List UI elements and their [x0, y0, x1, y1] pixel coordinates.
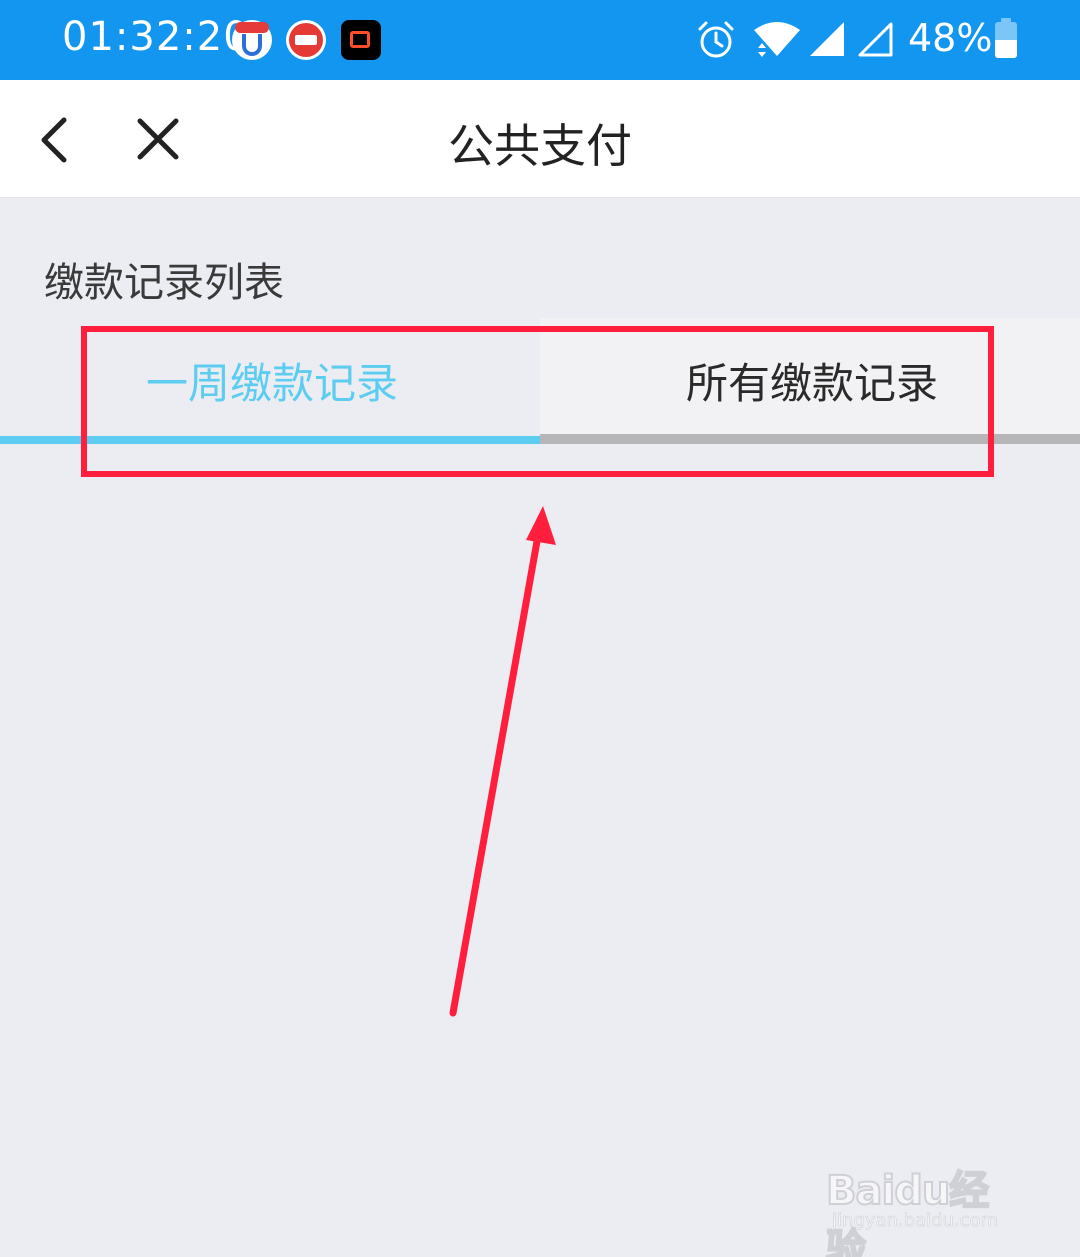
- video-app-icon: [341, 20, 381, 60]
- page-title: 公共支付: [448, 119, 632, 173]
- annotation-highlight-box: [81, 326, 994, 477]
- status-time: 01:32:20: [62, 14, 250, 60]
- nav-bar: 公共支付: [0, 80, 1080, 198]
- watermark-url: jingyan.baidu.com: [832, 1210, 999, 1232]
- baidu-watermark: Baidu经验 jingyan.baidu.com: [825, 1140, 1026, 1257]
- wifi-icon: [754, 22, 800, 57]
- signal-icon: [810, 22, 844, 56]
- alarm-icon: [698, 21, 734, 58]
- battery-percent: 48%: [908, 16, 993, 60]
- status-bar: 01:32:20 48%: [0, 0, 1080, 80]
- section-title: 缴款记录列表: [44, 260, 284, 306]
- app-icon-1: [232, 20, 272, 60]
- signal-empty-icon: [858, 22, 893, 57]
- battery-icon: [995, 18, 1017, 58]
- watermark-brand: Baidu经验: [825, 1167, 990, 1257]
- toutiao-icon: [286, 20, 326, 60]
